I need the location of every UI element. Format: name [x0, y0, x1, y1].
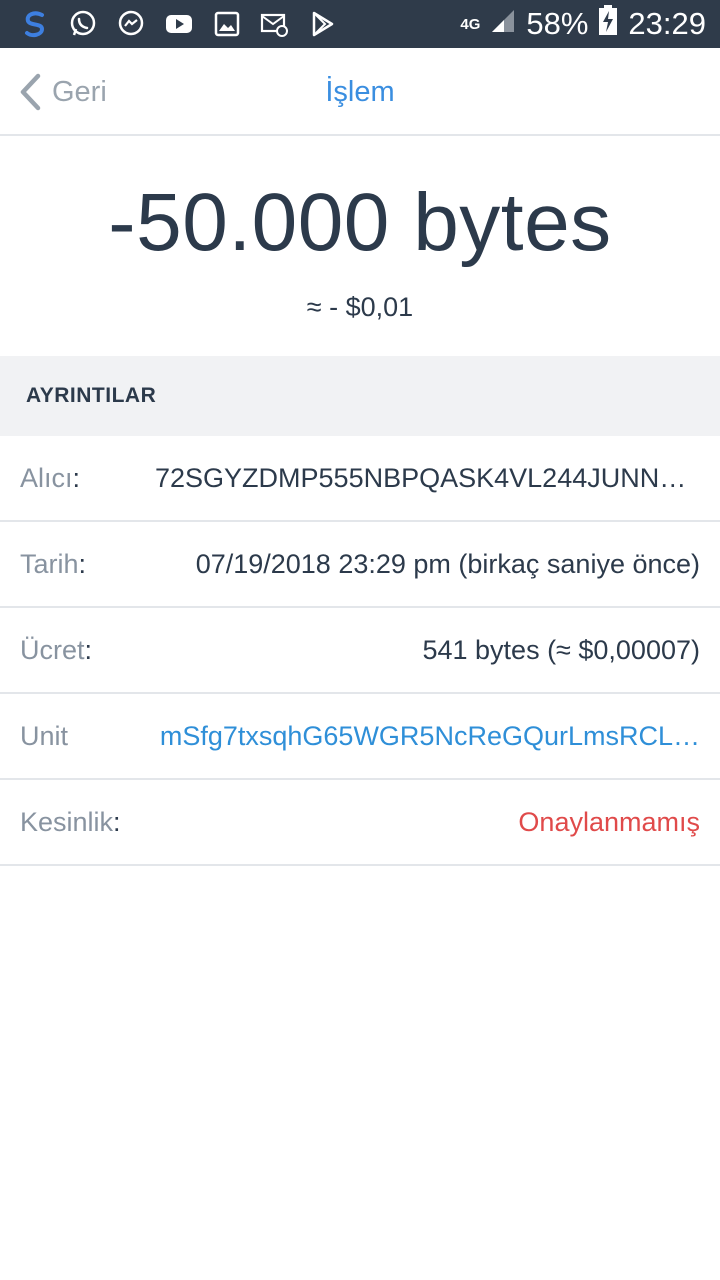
recipient-address: 72SGYZDMP555NBPQASK4VL244JUNNWDA [155, 462, 700, 493]
fiat-amount: ≈ - $0,01 [306, 292, 414, 322]
detail-row-fee: Ücret: 541 bytes (≈ $0,00007) [0, 608, 720, 694]
fee-label: Ücret [20, 634, 85, 665]
transaction-amount: -50.000 bytes [108, 177, 612, 268]
detail-row-finality: Kesinlik: Onaylanmamış [0, 780, 720, 866]
detail-row-recipient[interactable]: Alıcı: 72SGYZDMP555NBPQASK4VL244JUNNWDA [0, 436, 720, 522]
clock: 23:29 [628, 6, 706, 41]
messenger-icon [116, 9, 146, 39]
details-section-header: AYRINTILAR [0, 356, 720, 436]
navigation-bar: Geri İşlem [0, 48, 720, 136]
system-status: 4G 58% 23:29 [460, 4, 706, 44]
amount-summary: -50.000 bytes ≈ - $0,01 [0, 136, 720, 356]
s-app-icon [20, 9, 50, 39]
unit-label: Unit [20, 720, 69, 751]
recipient-label: Alıcı [20, 462, 73, 493]
back-label: Geri [52, 75, 107, 108]
chevron-left-icon [20, 73, 41, 111]
youtube-icon [164, 9, 194, 39]
whatsapp-icon [68, 9, 98, 39]
detail-row-unit[interactable]: Unit mSfg7txsqhG65WGR5NcReGQurLmsRCL… [0, 694, 720, 780]
email-icon [260, 9, 290, 39]
back-button[interactable]: Geri [18, 48, 107, 136]
fee-value: 541 bytes (≈ $0,00007) [422, 634, 700, 665]
play-store-icon [308, 9, 338, 39]
gallery-icon [212, 9, 242, 39]
page-title: İşlem [325, 75, 395, 108]
finality-label: Kesinlik [20, 806, 114, 837]
unit-link[interactable]: mSfg7txsqhG65WGR5NcReGQurLmsRCL… [160, 721, 700, 752]
date-label: Tarih [20, 548, 79, 579]
notification-icons [20, 9, 338, 39]
detail-row-date: Tarih: 07/19/2018 23:29 pm (birkaç saniy… [0, 522, 720, 608]
finality-status: Onaylanmamış [518, 806, 700, 837]
battery-percent: 58% [526, 6, 589, 41]
battery-icon [598, 4, 618, 44]
date-value: 07/19/2018 23:29 pm (birkaç saniye önce) [195, 548, 700, 579]
status-bar: 4G 58% 23:29 [0, 0, 720, 48]
signal-icon [490, 6, 516, 42]
network-type-label: 4G [460, 15, 481, 33]
